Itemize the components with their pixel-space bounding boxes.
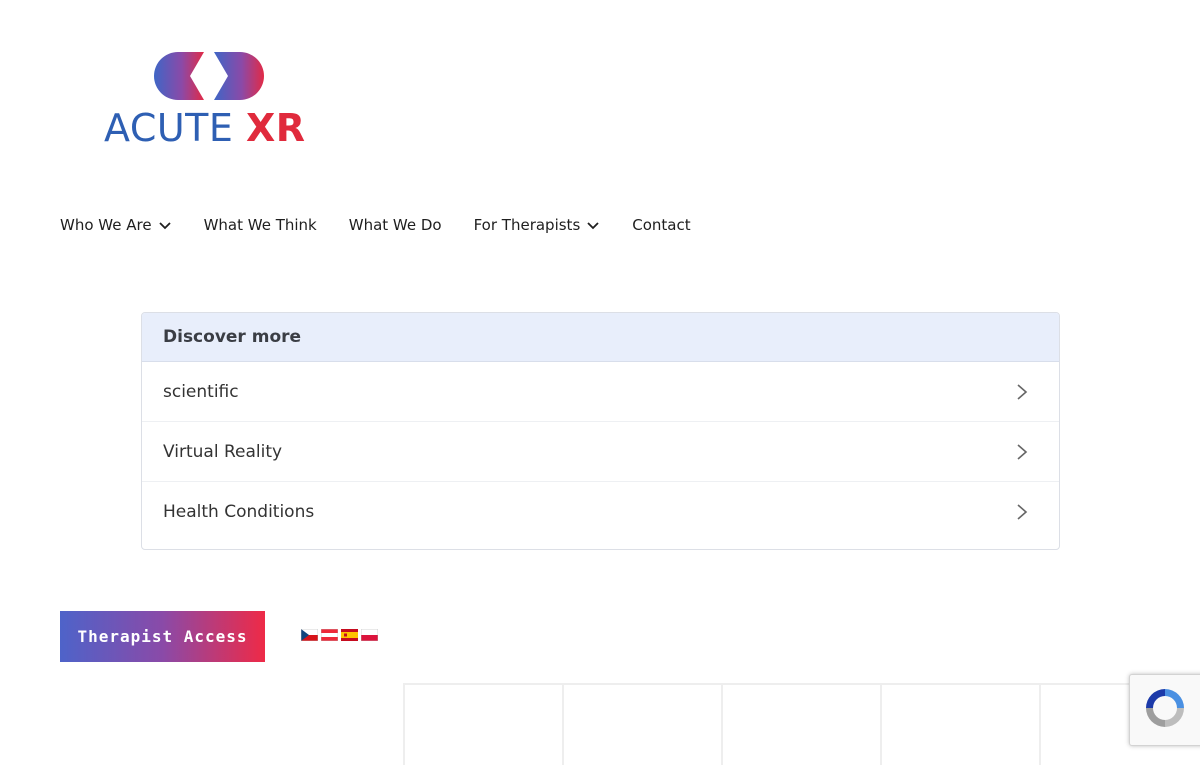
- chevron-down-icon: [158, 222, 171, 230]
- discover-item-label: Health Conditions: [163, 501, 315, 522]
- nav-item-label: For Therapists: [473, 216, 581, 234]
- discover-item-scientific[interactable]: scientific: [142, 362, 1059, 422]
- chevron-right-icon: [1017, 383, 1028, 400]
- discover-item-virtual-reality[interactable]: Virtual Reality: [142, 422, 1059, 482]
- nav-item-for-therapists[interactable]: For Therapists: [474, 216, 601, 234]
- discover-more-panel: Discover more scientific Virtual Reality…: [141, 312, 1060, 550]
- discover-item-label: Virtual Reality: [163, 441, 283, 462]
- logo-wordmark: ACUTE XR: [104, 106, 306, 150]
- chevron-right-icon: [1017, 503, 1028, 520]
- nav-item-contact[interactable]: Contact: [632, 216, 690, 234]
- logo-word-acute: ACUTE: [104, 106, 234, 150]
- grid-cell: [880, 683, 1039, 765]
- recaptcha-icon: [1146, 689, 1184, 727]
- therapist-access-button[interactable]: Therapist Access: [60, 611, 265, 662]
- chevron-right-icon: [1017, 443, 1028, 460]
- logo-word-xr: XR: [246, 106, 306, 150]
- discover-item-label: scientific: [163, 381, 239, 402]
- nav-item-label: What We Do: [348, 216, 442, 234]
- grid-cell: [403, 683, 562, 765]
- nav-item-who-we-are[interactable]: Who We Are: [60, 216, 172, 234]
- chevron-down-icon: [587, 222, 599, 230]
- czech-flag-icon[interactable]: [301, 629, 318, 641]
- nav-item-label: What We Think: [203, 216, 317, 234]
- nav-item-what-we-think[interactable]: What We Think: [204, 216, 317, 234]
- grid-cell: [721, 683, 880, 765]
- content-grid: [403, 683, 1198, 765]
- nav-item-label: Contact: [632, 216, 691, 234]
- discover-item-health-conditions[interactable]: Health Conditions: [142, 482, 1059, 541]
- language-switcher: [301, 629, 378, 641]
- poland-flag-icon[interactable]: [361, 629, 378, 641]
- spain-flag-icon[interactable]: [341, 629, 358, 641]
- logo-mark-icon: [154, 52, 264, 100]
- grid-cell: [562, 683, 721, 765]
- main-nav: Who We Are What We Think What We Do For …: [60, 212, 723, 238]
- site-logo[interactable]: ACUTE XR: [104, 50, 320, 150]
- discover-more-title: Discover more: [142, 313, 1059, 362]
- austria-flag-icon[interactable]: [321, 629, 338, 641]
- nav-item-what-we-do[interactable]: What We Do: [349, 216, 442, 234]
- nav-item-label: Who We Are: [60, 216, 152, 234]
- recaptcha-badge[interactable]: [1129, 674, 1200, 746]
